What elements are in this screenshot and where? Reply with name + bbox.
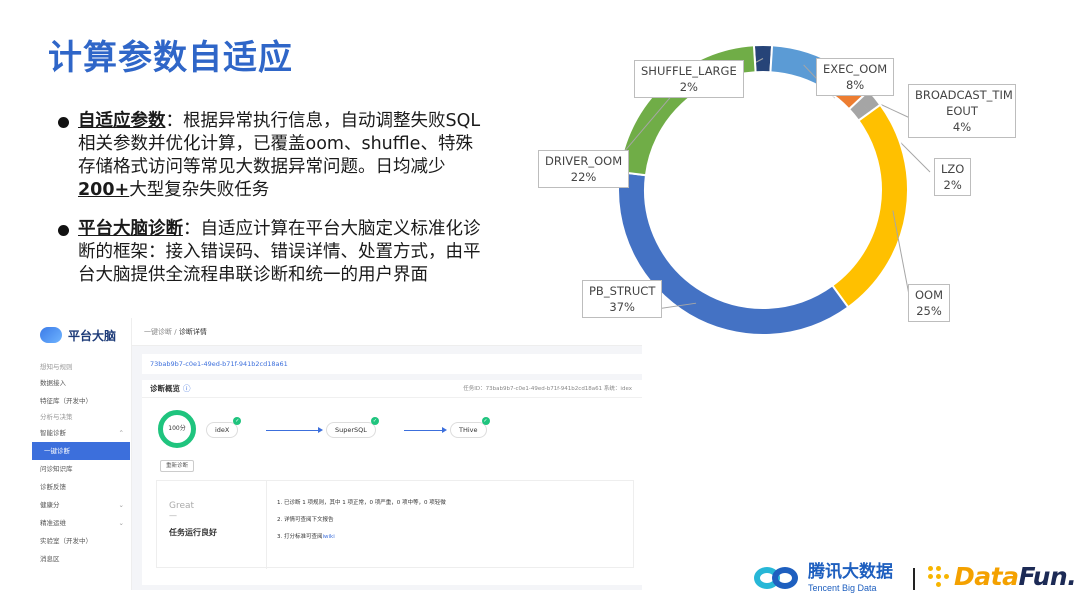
breadcrumb: 一键诊断 / 诊断详情 [132,318,642,346]
flow-node-idex: ideX ✓ [206,417,242,438]
callout-broadcast-timeout: BROADCAST_TIM EOUT 4% [908,84,1016,138]
sidebar-item[interactable]: 问诊知识库 [28,460,132,478]
app-main: 一键诊断 / 诊断详情 73bab9b7-c0e1-49ed-b71f-941b… [132,318,642,590]
platform-brain-screenshot: 平台大脑 想知与规则 数据接入 特征库（开发中） 分析与决策 智能诊断 ⌃ 一键诊断 问诊知识… [28,318,642,590]
callout-oom: OOM 25% [908,284,951,322]
check-icon: ✓ [233,417,242,425]
brain-logo-icon [40,327,62,343]
flow-node-thive: THive ✓ [450,417,490,438]
callout-driver-oom: DRIVER_OOM 22% [538,150,630,188]
flow-connector [266,430,318,431]
sidebar-item: 分析与决策 [40,413,73,421]
bullet-highlight: 200+ [78,180,130,200]
iwiki-link[interactable]: iwiki [323,534,335,540]
score-ring: 100分 [158,410,196,448]
datafun-dots-icon [928,565,950,588]
sidebar-item[interactable]: 健康分 ⌄ [28,496,132,514]
slide-title: 计算参数自适应 [48,38,293,78]
bullet-adaptive-params: 自适应参数：根据异常执行信息，自动调整失败SQL相关参数并优化计算，已覆盖oom… [58,110,488,202]
sidebar-item[interactable]: 一键诊断 [32,442,130,460]
sidebar-item[interactable]: 智能诊断 ⌃ [28,424,132,442]
tencent-big-data-icon [752,563,802,593]
arrow-right-icon [318,427,323,433]
sidebar-item[interactable]: 数据接入 [28,374,132,392]
bullet-text-tail: 大型复杂失败任务 [129,180,270,200]
donut-slice-oom [830,103,909,309]
check-icon: ✓ [370,417,379,425]
sidebar-item: 想知与规则 [40,363,73,371]
task-id-bar: 73bab9b7-c0e1-49ed-b71f-941b2cd18a61 [142,354,642,374]
arrow-right-icon [442,427,447,433]
status-text: 任务运行良好 [169,528,217,537]
callout-lzo: LZO 2% [934,158,972,196]
breadcrumb-root[interactable]: 一键诊断 [144,328,172,336]
flow-node-supersql: SuperSQL ✓ [326,417,379,438]
diagnosis-result: Great — 任务运行良好 1. 已诊断 1 项规则，其中 1 项正常，0 项… [156,480,634,569]
breadcrumb-current: 诊断详情 [178,328,207,336]
check-icon: ✓ [481,417,490,425]
result-details: 1. 已诊断 1 项规则，其中 1 项正常，0 项严重，0 项中等，0 项轻微 … [277,500,446,540]
sidebar-item[interactable]: 诊断反馈 [28,478,132,496]
sidebar-item[interactable]: 消息区 [28,550,132,568]
diagnosis-overview-panel: 诊断概览 ⓘ 任务ID：73bab9b7-c0e1-49ed-b71f-941b2… [142,380,642,585]
tencent-big-data-logo: 腾讯大数据 Tencent Big Data [752,558,893,598]
result-summary: Great — 任务运行良好 [157,481,267,569]
sidebar-item[interactable]: 精准运维 ⌄ [28,514,132,532]
donut-chart: SHUFFLE_LARGE 2% EXEC_OOM 8% BROADCAST_TIM… [530,40,1080,360]
sidebar-item[interactable]: 实验室（开发中） [28,532,132,550]
flow-connector [404,430,442,431]
callout-shuffle-large: SHUFFLE_LARGE 2% [634,60,744,98]
logo-divider [913,568,915,590]
app-logo: 平台大脑 [40,324,116,346]
callout-exec-oom: EXEC_OOM 8% [816,58,895,96]
chevron-icon[interactable]: ⌃ [119,424,124,442]
bullet-list: 自适应参数：根据异常执行信息，自动调整失败SQL相关参数并优化计算，已覆盖oom… [58,110,488,303]
bullet-brain-diagnosis: 平台大脑诊断：自适应计算在平台大脑定义标准化诊断的框架：接入错误码、错误详情、处… [58,218,488,287]
chevron-icon[interactable]: ⌄ [119,496,124,514]
bullet-key: 平台大脑诊断 [78,219,183,239]
sidebar-menu: 想知与规则数据接入 特征库（开发中） 分析与决策智能诊断 ⌃ 一键诊断 问诊知识库 诊断反馈… [28,360,132,568]
datafun-logo: DataFun. [928,562,1077,591]
info-icon[interactable]: ⓘ [183,384,191,393]
app-sidebar: 平台大脑 想知与规则数据接入 特征库（开发中） 分析与决策智能诊断 ⌃ 一键诊断 问诊知识… [28,318,132,590]
rediagnose-button[interactable]: 重新诊断 [160,460,195,472]
panel-header: 诊断概览 ⓘ 任务ID：73bab9b7-c0e1-49ed-b71f-941b2… [142,380,642,398]
bullet-key: 自适应参数 [78,111,166,131]
task-meta: 任务ID：73bab9b7-c0e1-49ed-b71f-941b2cd18a6… [463,386,632,392]
chevron-icon[interactable]: ⌄ [119,514,124,532]
callout-pb-struct: PB_STRUCT 37% [582,280,663,318]
sidebar-item[interactable]: 特征库（开发中） [28,392,132,410]
